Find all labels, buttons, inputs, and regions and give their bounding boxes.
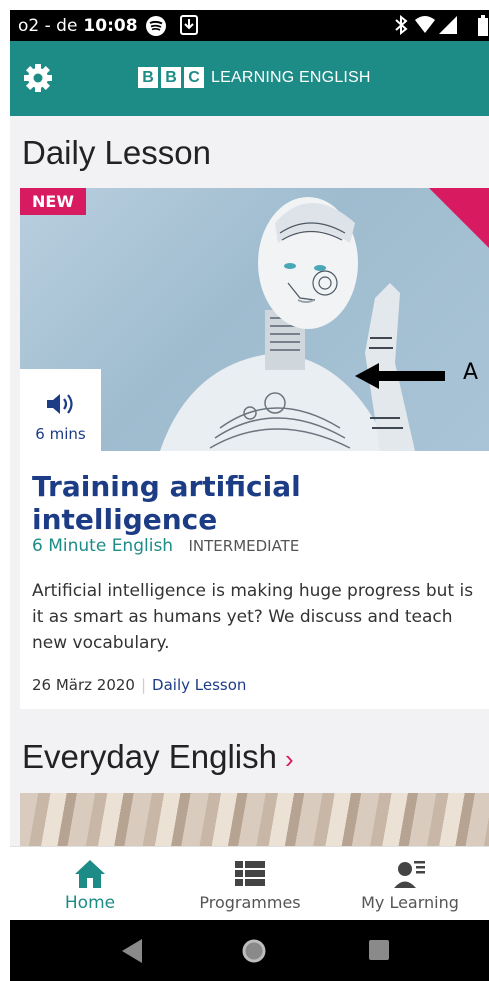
clock: 10:08 <box>83 16 138 36</box>
system-navigation-bar <box>10 920 489 981</box>
status-bar: o2 - de 10:08 <box>10 10 489 41</box>
app-screen: o2 - de 10:08 B B C LEARNING ENGLISH Dai… <box>10 10 489 981</box>
everyday-english-thumbnail[interactable] <box>20 793 489 847</box>
brand-letter-c: C <box>184 67 204 88</box>
audio-play-button[interactable]: 6 mins <box>20 369 101 451</box>
new-badge: NEW <box>20 188 86 215</box>
learner-icon <box>394 861 425 888</box>
brand-letter-b2: B <box>161 67 181 88</box>
nav-my-learning-label: My Learning <box>361 893 459 912</box>
divider: | <box>140 676 147 694</box>
battery-icon <box>478 15 488 36</box>
arrow-left-icon <box>355 363 445 389</box>
nav-home-label: Home <box>64 893 116 913</box>
spotify-icon <box>146 16 166 36</box>
chevron-right-icon: › <box>284 744 294 774</box>
home-circle-icon[interactable] <box>241 938 267 964</box>
bottom-navigation: Home Programmes My Learning <box>10 846 489 921</box>
download-icon <box>180 15 198 35</box>
lesson-hero-image[interactable]: NEW 6 mins <box>20 188 489 451</box>
carrier-label: o2 - de 10:08 <box>18 16 138 36</box>
brand-letter-b1: B <box>138 67 158 88</box>
brand-text: LEARNING ENGLISH <box>211 68 371 86</box>
corner-ribbon <box>429 188 489 248</box>
category-link[interactable]: Daily Lesson <box>152 676 246 694</box>
lesson-meta: 6 Minute English INTERMEDIATE <box>32 536 299 556</box>
gear-icon[interactable] <box>23 63 53 93</box>
signal-icon <box>439 16 457 34</box>
bluetooth-icon <box>395 15 408 35</box>
nav-my-learning[interactable]: My Learning <box>330 847 489 921</box>
lesson-description: Artificial intelligence is making huge p… <box>32 581 474 653</box>
lesson-date: 26 März 2020 <box>32 676 135 694</box>
daily-lesson-card[interactable]: NEW 6 mins Training artificial intellige… <box>20 188 489 709</box>
annotation-text: A <box>463 360 479 385</box>
lesson-title[interactable]: Training artificial intelligence <box>32 470 489 536</box>
everyday-english-label: Everyday English <box>22 738 277 775</box>
nav-programmes[interactable]: Programmes <box>170 847 330 921</box>
audio-duration: 6 mins <box>35 425 86 443</box>
recents-icon[interactable] <box>367 938 391 962</box>
wifi-icon <box>415 16 435 33</box>
level-label: INTERMEDIATE <box>188 537 300 555</box>
series-link[interactable]: 6 Minute English <box>32 536 173 556</box>
section-title-everyday-english[interactable]: Everyday English › <box>22 738 294 776</box>
section-title-daily-lesson: Daily Lesson <box>22 134 211 171</box>
lesson-footer: 26 März 2020 | Daily Lesson <box>32 676 246 694</box>
bbc-learning-english-logo: B B C LEARNING ENGLISH <box>138 67 371 88</box>
list-icon <box>235 861 265 886</box>
home-icon <box>75 860 105 888</box>
nav-programmes-label: Programmes <box>199 893 301 912</box>
nav-home[interactable]: Home <box>10 847 170 921</box>
speaker-icon <box>47 394 73 414</box>
carrier-name: o2 - de <box>18 16 78 36</box>
back-icon[interactable] <box>120 938 144 964</box>
app-bar: B B C LEARNING ENGLISH <box>10 41 489 116</box>
